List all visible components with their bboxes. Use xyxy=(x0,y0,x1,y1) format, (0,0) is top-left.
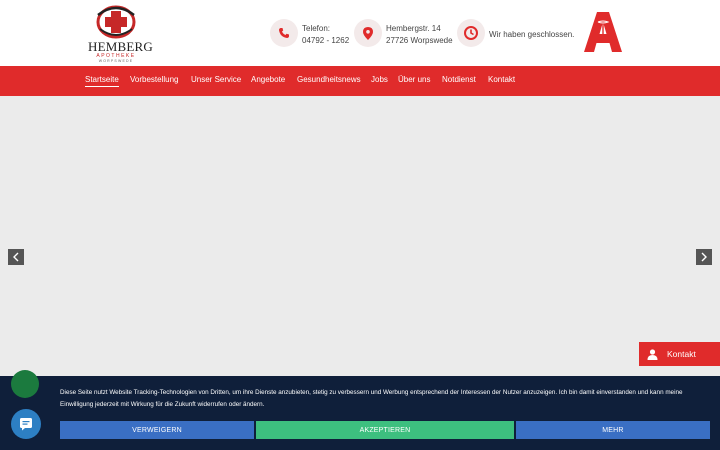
nav-startseite[interactable]: Startseite xyxy=(85,75,119,87)
slider-prev-button[interactable] xyxy=(8,249,24,265)
nav-kontakt[interactable]: Kontakt xyxy=(488,75,515,84)
location-icon[interactable] xyxy=(354,19,382,47)
nav-ueber-uns[interactable]: Über uns xyxy=(398,75,430,84)
nav-unser-service[interactable]: Unser Service xyxy=(191,75,241,84)
accept-button[interactable]: AKZEPTIEREN xyxy=(256,421,514,439)
phone-label: Telefon: xyxy=(302,24,331,33)
hemberg-logo[interactable]: HEMBERG APOTHEKE WORPSWEDE xyxy=(88,5,153,63)
nav-angebote[interactable]: Angebote xyxy=(251,75,285,84)
contact-tab-label: Kontakt xyxy=(667,349,696,359)
person-icon xyxy=(647,348,658,360)
more-button[interactable]: MEHR xyxy=(516,421,710,439)
cookie-banner: Diese Seite nutzt Website Tracking-Techn… xyxy=(0,376,720,450)
nav-gesundheitsnews[interactable]: Gesundheitsnews xyxy=(297,75,361,84)
decline-button[interactable]: VERWEIGERN xyxy=(60,421,254,439)
nav-vorbestellung[interactable]: Vorbestellung xyxy=(130,75,178,84)
clock-icon xyxy=(457,19,485,47)
phone-info[interactable]: Telefon: 04792 - 1262 xyxy=(302,23,349,47)
opening-status: Wir haben geschlossen. xyxy=(489,30,575,39)
chat-icon xyxy=(20,418,32,431)
logo-mark-icon xyxy=(96,5,136,39)
site-header: HEMBERG APOTHEKE WORPSWEDE Telefon: 0479… xyxy=(0,0,720,66)
accessibility-button[interactable] xyxy=(11,370,39,398)
nav-notdienst[interactable]: Notdienst xyxy=(442,75,476,84)
chevron-left-icon xyxy=(13,252,19,262)
slider-next-button[interactable] xyxy=(696,249,712,265)
phone-icon[interactable] xyxy=(270,19,298,47)
phone-number[interactable]: 04792 - 1262 xyxy=(302,35,349,47)
cookie-text: Diese Seite nutzt Website Tracking-Techn… xyxy=(60,389,683,408)
chevron-right-icon xyxy=(701,252,707,262)
pharmacy-a-logo[interactable] xyxy=(584,12,622,52)
main-navigation: Startseite Vorbestellung Unser Service A… xyxy=(0,66,720,96)
address-city: 27726 Worpswede xyxy=(386,36,453,45)
contact-tab[interactable]: Kontakt xyxy=(639,342,720,366)
logo-location: WORPSWEDE xyxy=(98,59,134,63)
nav-jobs[interactable]: Jobs xyxy=(371,75,388,84)
address-info[interactable]: Hembergstr. 14 27726 Worpswede xyxy=(386,23,453,47)
chat-button[interactable] xyxy=(11,409,41,439)
address-street: Hembergstr. 14 xyxy=(386,24,441,33)
